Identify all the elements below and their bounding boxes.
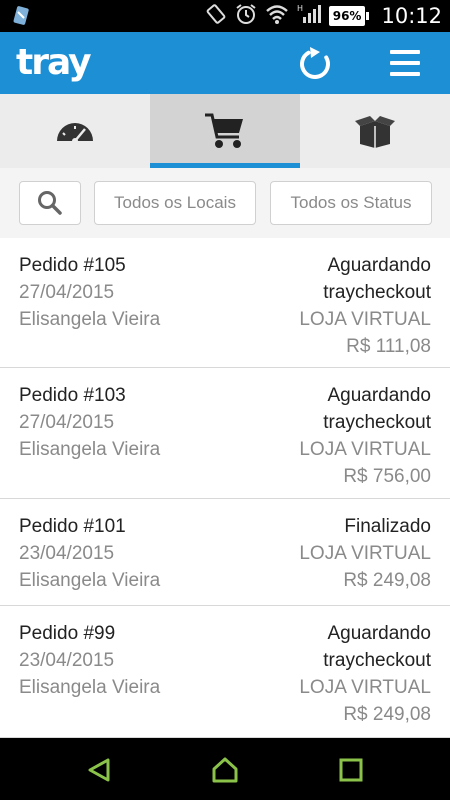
status-bar: H 96% 10:12 bbox=[0, 0, 450, 32]
svg-text:H: H bbox=[297, 4, 303, 13]
order-date: 23/04/2015 bbox=[19, 543, 115, 564]
tray-logo: tray bbox=[16, 42, 92, 83]
battery-level: 96% bbox=[328, 6, 366, 26]
location-filter-select[interactable]: Todos os Locais bbox=[94, 181, 256, 225]
refresh-icon bbox=[300, 47, 330, 79]
tab-orders[interactable] bbox=[150, 94, 300, 168]
search-button[interactable] bbox=[19, 181, 81, 225]
box-icon bbox=[355, 116, 395, 148]
order-number: Pedido #103 bbox=[19, 385, 126, 406]
order-item[interactable]: Pedido #103 27/04/2015 Elisangela Vieira… bbox=[0, 368, 450, 499]
order-date: 27/04/2015 bbox=[19, 412, 115, 433]
status-filter-select[interactable]: Todos os Status bbox=[270, 181, 432, 225]
home-button[interactable] bbox=[210, 755, 240, 785]
tab-dashboard[interactable] bbox=[0, 94, 150, 168]
store-name: LOJA VIRTUAL bbox=[299, 677, 431, 698]
system-nav-bar bbox=[0, 738, 450, 800]
order-date: 23/04/2015 bbox=[19, 650, 115, 671]
order-number: Pedido #101 bbox=[19, 516, 126, 537]
order-item[interactable]: Pedido #105 27/04/2015 Elisangela Vieira… bbox=[0, 238, 450, 368]
main-tab-bar bbox=[0, 94, 450, 168]
order-status: Aguardando bbox=[327, 385, 431, 406]
order-status: Aguardando bbox=[327, 255, 431, 276]
store-name: LOJA VIRTUAL bbox=[299, 439, 431, 460]
order-list: Pedido #105 27/04/2015 Elisangela Vieira… bbox=[0, 238, 450, 738]
shopping-cart-icon bbox=[205, 113, 243, 148]
store-name: LOJA VIRTUAL bbox=[299, 543, 431, 564]
store-name: LOJA VIRTUAL bbox=[299, 309, 431, 330]
order-date: 27/04/2015 bbox=[19, 282, 115, 303]
order-total: R$ 756,00 bbox=[343, 466, 431, 487]
hamburger-menu-icon bbox=[390, 50, 420, 76]
customer-name: Elisangela Vieira bbox=[19, 677, 161, 698]
back-triangle-icon bbox=[88, 758, 110, 782]
app-bar: tray bbox=[0, 32, 450, 94]
order-total: R$ 249,08 bbox=[343, 704, 431, 725]
tab-products[interactable] bbox=[300, 94, 450, 168]
recents-square-icon bbox=[339, 758, 363, 782]
order-status: Finalizado bbox=[344, 516, 431, 537]
signal-icon: H bbox=[297, 3, 321, 30]
filter-bar: Todos os Locais Todos os Status bbox=[0, 168, 450, 238]
order-status-detail: traycheckout bbox=[323, 412, 431, 433]
battery-indicator: 96% bbox=[328, 6, 370, 26]
order-number: Pedido #105 bbox=[19, 255, 126, 276]
menu-button[interactable] bbox=[388, 46, 422, 80]
customer-name: Elisangela Vieira bbox=[19, 439, 161, 460]
order-status: Aguardando bbox=[327, 623, 431, 644]
order-total: R$ 111,08 bbox=[346, 336, 431, 357]
customer-name: Elisangela Vieira bbox=[19, 309, 161, 330]
order-status-detail: traycheckout bbox=[323, 282, 431, 303]
notification-icon bbox=[12, 6, 30, 31]
home-icon bbox=[212, 757, 238, 783]
order-item[interactable]: Pedido #99 23/04/2015 Elisangela Vieira … bbox=[0, 606, 450, 738]
order-item[interactable]: Pedido #101 23/04/2015 Elisangela Vieira… bbox=[0, 499, 450, 606]
order-total: R$ 249,08 bbox=[343, 570, 431, 591]
recents-button[interactable] bbox=[336, 755, 366, 785]
clock: 10:12 bbox=[381, 4, 442, 28]
order-status-detail: traycheckout bbox=[323, 650, 431, 671]
back-button[interactable] bbox=[84, 755, 114, 785]
wifi-icon bbox=[265, 3, 289, 30]
order-number: Pedido #99 bbox=[19, 623, 116, 644]
refresh-button[interactable] bbox=[296, 45, 334, 83]
rotation-icon bbox=[205, 3, 227, 30]
customer-name: Elisangela Vieira bbox=[19, 570, 161, 591]
alarm-icon bbox=[235, 3, 257, 30]
speedometer-icon bbox=[57, 123, 93, 144]
search-icon bbox=[38, 191, 62, 215]
